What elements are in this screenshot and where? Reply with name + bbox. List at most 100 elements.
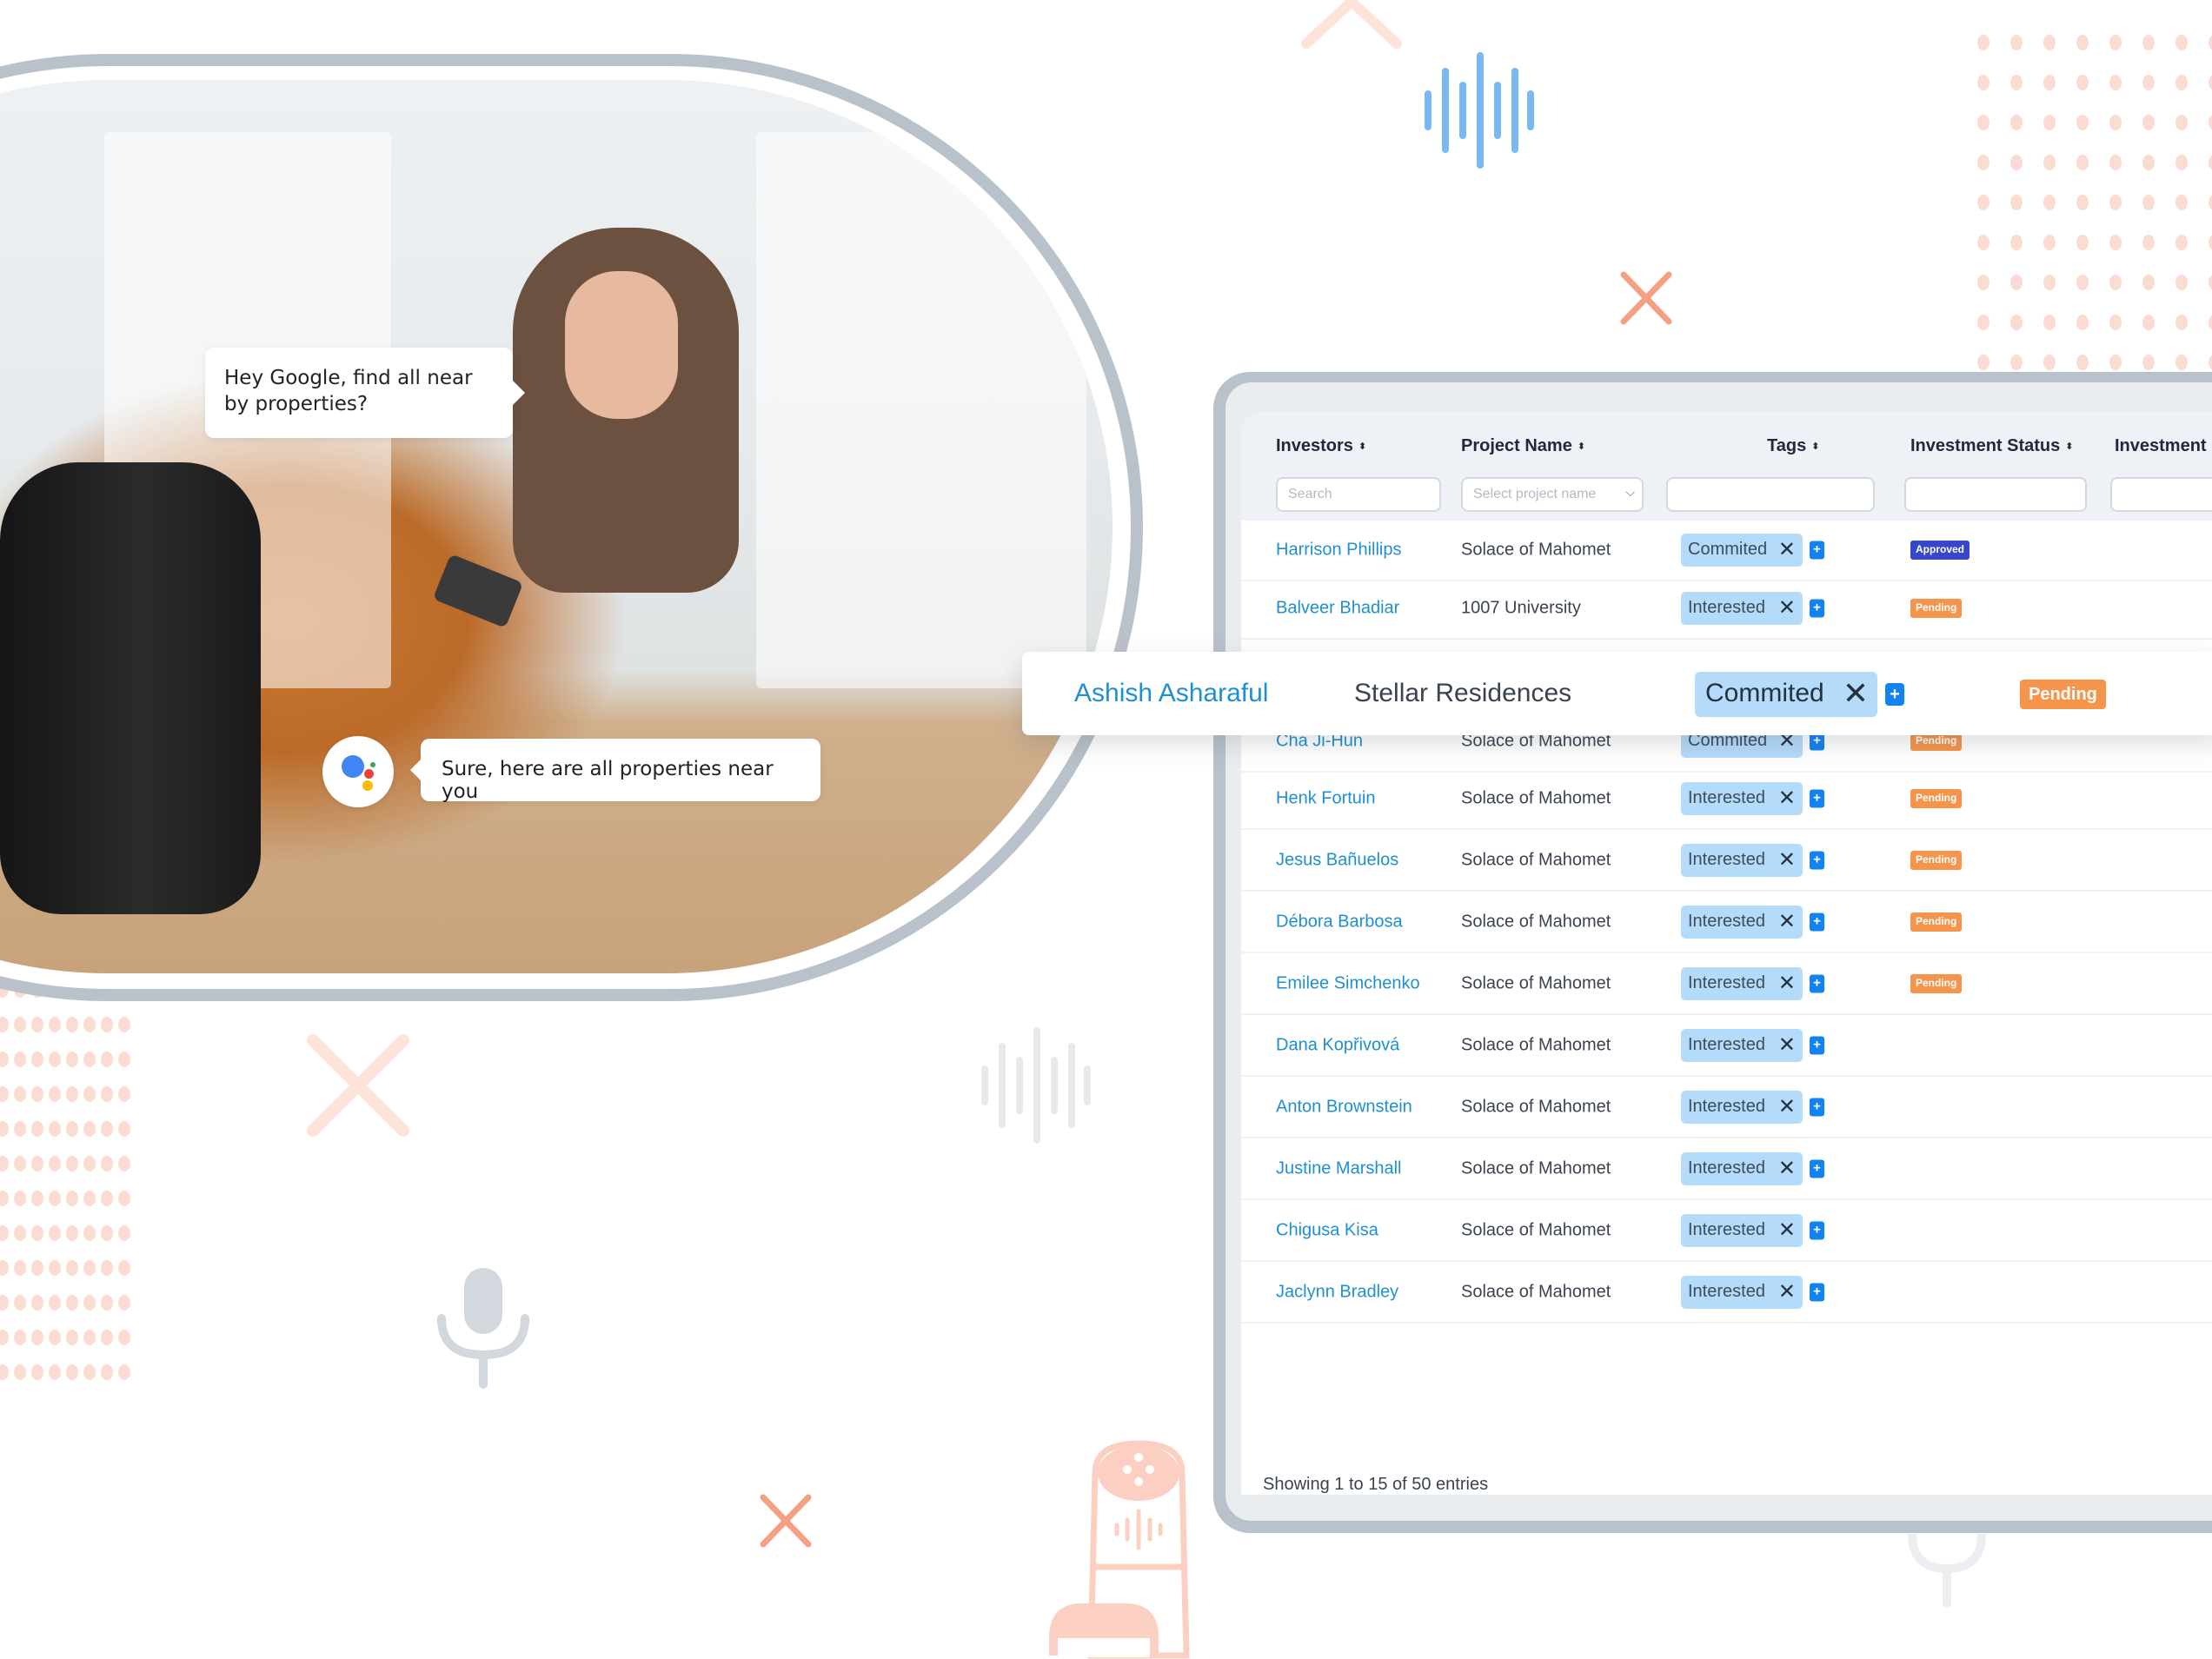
tags-filter-input[interactable] <box>1666 477 1875 512</box>
add-tag-button[interactable]: + <box>1810 1036 1824 1055</box>
sort-icon[interactable]: ⬍ <box>1358 441 1366 451</box>
close-icon[interactable]: ✕ <box>1778 1218 1796 1243</box>
dot <box>83 1330 96 1345</box>
decorative-dot-grid <box>0 982 130 1380</box>
dot <box>1977 155 1989 170</box>
investor-link[interactable]: Jaclynn Bradley <box>1276 1283 1398 1303</box>
investor-link[interactable]: Dana Kopřivová <box>1276 1036 1399 1056</box>
add-tag-button[interactable]: + <box>1810 541 1824 560</box>
table-row[interactable]: Harrison Phillips Solace of Mahomet Commit… <box>1241 521 2212 581</box>
close-icon[interactable]: ✕ <box>1778 1279 1796 1304</box>
dot <box>2109 195 2122 210</box>
tag-label: Interested <box>1688 788 1765 807</box>
tag-label: Interested <box>1688 1282 1765 1301</box>
close-icon[interactable]: ✕ <box>1778 1156 1796 1181</box>
add-tag-button[interactable]: + <box>1810 599 1824 618</box>
status-badge: Approved <box>1910 541 1970 560</box>
investment-status-filter-input[interactable] <box>1904 477 2087 512</box>
table-row[interactable]: Jaclynn Bradley Solace of Mahomet Interest… <box>1241 1263 2212 1324</box>
highlighted-table-row[interactable]: Ashish Asharaful Stellar Residences Comm… <box>1022 652 2212 735</box>
add-tag-button[interactable]: + <box>1810 1098 1824 1117</box>
dot <box>2043 75 2056 90</box>
column-header-investment[interactable]: Investment <box>2115 436 2207 456</box>
add-tag-button[interactable]: + <box>1810 912 1824 932</box>
dot <box>2010 195 2023 210</box>
column-header-tags[interactable]: Tags ⬍ <box>1767 436 1819 456</box>
add-tag-button[interactable]: + <box>1810 1283 1824 1302</box>
table-row[interactable]: Justine Marshall Solace of Mahomet Interes… <box>1241 1139 2212 1200</box>
dot <box>0 1052 9 1067</box>
status-badge: Pending <box>1910 851 1963 870</box>
investor-link[interactable]: Balveer Bhadiar <box>1276 599 1399 619</box>
close-icon[interactable]: ✕ <box>1778 1094 1796 1119</box>
close-icon[interactable]: ✕ <box>1778 971 1796 996</box>
dot <box>2076 75 2089 90</box>
table-row[interactable]: Jesus Bañuelos Solace of Mahomet Intereste… <box>1241 831 2212 892</box>
column-header-project-name[interactable]: Project Name ⬍ <box>1461 436 1585 456</box>
investor-link[interactable]: Jesus Bañuelos <box>1276 851 1398 871</box>
dot <box>0 1225 9 1241</box>
column-header-investors[interactable]: Investors ⬍ <box>1276 436 1366 456</box>
investor-link[interactable]: Justine Marshall <box>1276 1159 1402 1179</box>
chevron-up-decoration-icon <box>1299 0 1404 52</box>
close-icon[interactable]: ✕ <box>1778 595 1796 620</box>
dot <box>2109 235 2122 250</box>
add-tag-button[interactable]: + <box>1810 789 1824 808</box>
dot <box>49 1156 61 1171</box>
close-icon[interactable]: ✕ <box>1778 786 1796 811</box>
project-name-select[interactable]: Select project name ⌵ <box>1461 477 1644 512</box>
project-name: Solace of Mahomet <box>1461 850 1611 870</box>
investor-link[interactable]: Anton Brownstein <box>1276 1098 1412 1118</box>
dot <box>83 1017 96 1032</box>
table-row[interactable]: Anton Brownstein Solace of Mahomet Interes… <box>1241 1078 2212 1138</box>
investor-link[interactable]: Débora Barbosa <box>1276 912 1403 932</box>
dot <box>2010 315 2023 330</box>
dot <box>66 1086 78 1102</box>
dot <box>66 1017 78 1032</box>
sort-icon[interactable]: ⬍ <box>1578 441 1585 451</box>
sort-icon[interactable]: ⬍ <box>1811 441 1819 451</box>
dot <box>118 1052 130 1067</box>
table-row[interactable]: Dana Kopřivová Solace of Mahomet Intereste… <box>1241 1016 2212 1077</box>
project-name: 1007 University <box>1461 598 1581 618</box>
table-row[interactable]: Henk Fortuin Solace of Mahomet Interested ✕… <box>1241 769 2212 830</box>
project-name: Solace of Mahomet <box>1461 1035 1611 1055</box>
add-tag-button[interactable]: + <box>1810 1221 1824 1240</box>
add-tag-button[interactable]: + <box>1810 1159 1824 1178</box>
table-row[interactable]: Débora Barbosa Solace of Mahomet Intereste… <box>1241 893 2212 953</box>
dot <box>2142 35 2155 50</box>
dot <box>31 1225 43 1241</box>
close-icon[interactable]: ✕ <box>1843 675 1869 712</box>
dot <box>2142 195 2155 210</box>
table-row[interactable]: Chigusa Kisa Solace of Mahomet Interested ✕… <box>1241 1201 2212 1262</box>
add-tag-button[interactable]: + <box>1885 683 1904 706</box>
close-icon[interactable]: ✕ <box>1778 1032 1796 1058</box>
add-tag-button[interactable]: + <box>1810 974 1824 993</box>
dot <box>14 1260 26 1276</box>
close-icon[interactable]: ✕ <box>1778 537 1796 562</box>
add-tag-button[interactable]: + <box>1810 851 1824 870</box>
sort-icon[interactable]: ⬍ <box>2065 441 2073 451</box>
investor-link[interactable]: Henk Fortuin <box>1276 789 1376 809</box>
table-row[interactable]: Emilee Simchenko Solace of Mahomet Interes… <box>1241 954 2212 1015</box>
investor-link[interactable]: Harrison Phillips <box>1276 541 1402 561</box>
dot <box>101 1295 113 1311</box>
dot <box>0 1017 9 1032</box>
investor-search-input[interactable]: Search <box>1276 477 1441 512</box>
dot <box>31 1295 43 1311</box>
project-name: Solace of Mahomet <box>1461 912 1611 932</box>
tag-chip: Commited ✕ <box>1695 672 1877 717</box>
dot <box>118 1017 130 1032</box>
dot <box>2109 315 2122 330</box>
column-label: Investors <box>1276 436 1353 455</box>
investor-link[interactable]: Emilee Simchenko <box>1276 974 1420 994</box>
table-row[interactable]: Balveer Bhadiar 1007 University Interested… <box>1241 579 2212 640</box>
dot <box>101 1121 113 1137</box>
close-icon[interactable]: ✕ <box>1778 847 1796 873</box>
dot <box>2209 195 2212 210</box>
column-header-investment-status[interactable]: Investment Status ⬍ <box>1910 436 2073 456</box>
investment-filter-input[interactable] <box>2110 477 2212 512</box>
close-icon[interactable]: ✕ <box>1778 909 1796 934</box>
investor-link[interactable]: Ashish Asharaful <box>1074 679 1268 708</box>
investor-link[interactable]: Chigusa Kisa <box>1276 1221 1378 1241</box>
